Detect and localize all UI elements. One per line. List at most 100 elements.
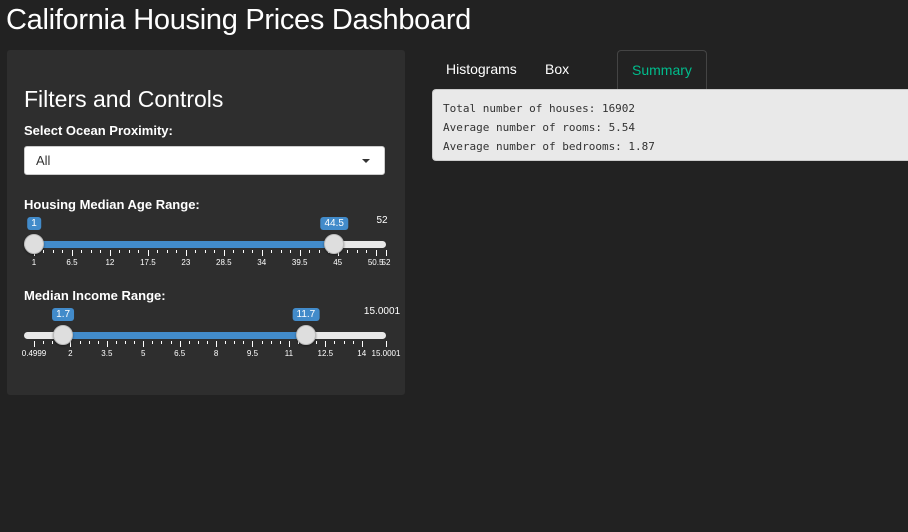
age-tick	[147, 250, 149, 256]
age-max-label: 52	[376, 215, 388, 226]
income-tick-label: 15.0001	[371, 349, 401, 358]
age-minor-tick	[347, 250, 349, 253]
summary-total-houses: Total number of houses: 16902	[443, 102, 636, 115]
income-handle-max[interactable]	[295, 325, 316, 345]
age-tick	[299, 250, 301, 256]
age-handle-max[interactable]	[324, 234, 345, 254]
tab-box-plots[interactable]: Box Plots	[531, 50, 590, 116]
income-minor-tick	[197, 341, 199, 344]
summary-avg-bedrooms: Average number of bedrooms: 1.87	[443, 140, 655, 153]
income-handle-min[interactable]	[53, 325, 74, 345]
income-minor-tick	[188, 341, 190, 344]
income-range-slider[interactable]: 0.4999 2 3.5 5 6.5 8 9.5 11 12.5 14 15.0001 1.7 11.7…	[22, 306, 401, 379]
income-minor-tick	[343, 341, 345, 344]
age-minor-tick	[119, 250, 121, 253]
age-minor-tick	[242, 250, 244, 253]
age-tick	[375, 250, 377, 256]
income-tick	[143, 341, 145, 347]
age-range-slider[interactable]: 1 6.5 12 17.5 23 28.5 34 39.5 45 50.5 52 1 44.5 52	[24, 215, 390, 288]
income-range-label: Median Income Range:	[24, 288, 166, 303]
summary-avg-rooms: Average number of rooms: 5.54	[443, 121, 636, 134]
income-tick-label: 6.5	[174, 349, 186, 358]
age-minor-tick	[166, 250, 168, 253]
page-title: California Housing Prices Dashboard	[6, 4, 472, 36]
income-tick-label: 2	[68, 349, 73, 358]
income-minor-tick	[134, 341, 136, 344]
age-handle-min[interactable]	[24, 234, 44, 254]
income-selected-range	[63, 332, 306, 339]
ocean-proximity-value: All	[36, 153, 51, 168]
age-to-value: 44.5	[320, 217, 348, 230]
income-tick-label: 9.5	[246, 349, 259, 358]
age-minor-tick	[252, 250, 254, 253]
income-tick-label: 8	[213, 349, 219, 358]
income-minor-tick	[334, 341, 336, 344]
income-minor-tick	[316, 341, 318, 344]
income-tick	[216, 341, 218, 347]
income-minor-tick	[43, 341, 45, 344]
income-tick-label: 5	[141, 349, 146, 358]
filters-panel: Filters and Controls Select Ocean Proxim…	[7, 50, 405, 395]
income-tick	[106, 341, 108, 347]
income-tick	[361, 341, 363, 347]
age-minor-tick	[138, 250, 140, 253]
income-tick-label: 3.5	[101, 349, 113, 358]
age-tick-label: 28.5	[216, 258, 232, 267]
age-minor-tick	[233, 250, 235, 253]
age-minor-tick	[157, 250, 159, 253]
income-minor-tick	[225, 341, 227, 344]
income-minor-tick	[88, 341, 90, 344]
income-minor-tick	[206, 341, 208, 344]
age-minor-tick	[214, 250, 216, 253]
chevron-down-icon	[362, 159, 370, 163]
age-tick-label: 1	[31, 258, 37, 267]
income-from-value: 1.7	[52, 308, 75, 321]
income-minor-tick	[97, 341, 99, 344]
income-minor-tick	[52, 341, 54, 344]
age-tick-label: 12	[105, 258, 115, 267]
income-tick	[325, 341, 327, 347]
ocean-proximity-label: Select Ocean Proximity:	[24, 123, 173, 138]
income-minor-tick	[352, 341, 354, 344]
age-minor-tick	[90, 250, 92, 253]
income-minor-tick	[161, 341, 163, 344]
tab-summary[interactable]: Summary	[617, 50, 707, 89]
age-tick	[386, 250, 387, 256]
income-tick	[70, 341, 72, 347]
age-tick-label: 6.5	[66, 258, 78, 267]
age-minor-tick	[195, 250, 197, 253]
age-minor-tick	[290, 250, 292, 253]
age-tick-label: 34	[257, 258, 267, 267]
age-minor-tick	[271, 250, 273, 253]
income-minor-tick	[234, 341, 236, 344]
income-minor-tick	[243, 341, 245, 344]
ocean-proximity-select[interactable]: All	[24, 146, 385, 175]
income-tick	[288, 341, 290, 347]
age-minor-tick	[356, 250, 358, 253]
income-minor-tick	[279, 341, 281, 344]
age-minor-tick	[43, 250, 45, 253]
income-minor-tick	[152, 341, 154, 344]
age-tick	[223, 250, 225, 256]
age-minor-tick	[100, 250, 102, 253]
age-tick-label: 39.5	[291, 258, 308, 267]
tab-histograms[interactable]: Histograms	[432, 50, 531, 89]
income-tick-label: 12.5	[317, 349, 334, 358]
age-minor-tick	[62, 250, 64, 253]
income-tick-label: 14	[357, 349, 367, 358]
age-tick	[71, 250, 73, 256]
age-minor-tick	[52, 250, 54, 253]
income-tick	[252, 341, 254, 347]
income-minor-tick	[170, 341, 172, 344]
age-tick	[109, 250, 111, 256]
income-minor-tick	[115, 341, 117, 344]
income-tick	[34, 341, 35, 347]
panel-heading: Filters and Controls	[24, 86, 224, 112]
income-minor-tick	[79, 341, 81, 344]
age-minor-tick	[204, 250, 206, 253]
age-tick-label: 23	[181, 258, 191, 267]
age-minor-tick	[128, 250, 130, 253]
income-minor-tick	[270, 341, 272, 344]
age-minor-tick	[366, 250, 368, 253]
age-minor-tick	[176, 250, 178, 253]
